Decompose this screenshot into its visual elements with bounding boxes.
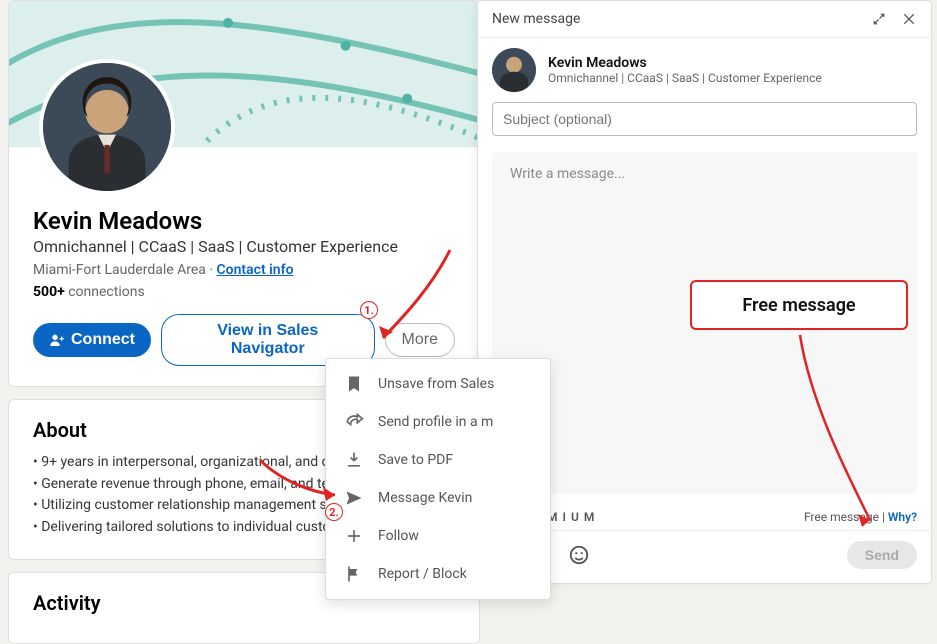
- menu-send-profile[interactable]: Send profile in a m: [326, 403, 550, 441]
- menu-label: Send profile in a m: [378, 414, 493, 430]
- location-text: Miami-Fort Lauderdale Area: [33, 262, 206, 278]
- emoji-icon[interactable]: [568, 544, 590, 566]
- menu-label: Save to PDF: [378, 452, 453, 468]
- connections-count: 500+: [33, 284, 65, 300]
- flag-icon: [344, 564, 364, 584]
- menu-save-pdf[interactable]: Save to PDF: [326, 441, 550, 479]
- menu-label: Report / Block: [378, 566, 467, 582]
- recipient-subtitle: Omnichannel | CCaaS | SaaS | Customer Ex…: [548, 71, 822, 85]
- expand-icon[interactable]: [871, 11, 887, 27]
- contact-info-link[interactable]: Contact info: [217, 262, 294, 278]
- profile-name: Kevin Meadows: [33, 207, 455, 235]
- menu-report[interactable]: Report / Block: [326, 555, 550, 593]
- menu-message[interactable]: Message Kevin: [326, 479, 550, 517]
- avatar[interactable]: [39, 59, 175, 195]
- subject-input[interactable]: [492, 102, 917, 136]
- menu-follow[interactable]: Follow: [326, 517, 550, 555]
- profile-headline: Omnichannel | CCaaS | SaaS | Customer Ex…: [33, 237, 455, 256]
- more-dropdown: Unsave from Sales Send profile in a m Sa…: [325, 358, 551, 600]
- plus-icon: [344, 526, 364, 546]
- body-placeholder: Write a message...: [510, 166, 625, 182]
- send-icon: [344, 488, 364, 508]
- recipient-name: Kevin Meadows: [548, 55, 822, 71]
- free-message-label: Free message: [804, 510, 879, 524]
- send-button[interactable]: Send: [847, 541, 917, 569]
- menu-label: Unsave from Sales: [378, 376, 494, 392]
- menu-label: Follow: [378, 528, 419, 544]
- more-button[interactable]: More: [385, 323, 455, 357]
- close-icon[interactable]: [901, 11, 917, 27]
- message-body-input[interactable]: Write a message...: [492, 152, 917, 494]
- recipient-avatar: [492, 48, 536, 92]
- profile-card: Kevin Meadows Omnichannel | CCaaS | SaaS…: [8, 0, 480, 387]
- why-link[interactable]: Why?: [888, 510, 917, 524]
- menu-unsave[interactable]: Unsave from Sales: [326, 365, 550, 403]
- connect-label: Connect: [71, 331, 135, 349]
- download-icon: [344, 450, 364, 470]
- connect-button[interactable]: Connect: [33, 323, 151, 357]
- bookmark-icon: [344, 374, 364, 394]
- connections-label: connections: [68, 284, 144, 300]
- share-arrow-icon: [344, 412, 364, 432]
- connections-line[interactable]: 500+ connections: [33, 284, 455, 300]
- location-line: Miami-Fort Lauderdale Area · Contact inf…: [33, 262, 455, 278]
- compose-title: New message: [492, 11, 580, 27]
- compose-header: New message: [478, 1, 931, 38]
- person-plus-icon: [49, 332, 65, 348]
- menu-label: Message Kevin: [378, 490, 472, 506]
- recipient-row: Kevin Meadows Omnichannel | CCaaS | SaaS…: [478, 38, 931, 102]
